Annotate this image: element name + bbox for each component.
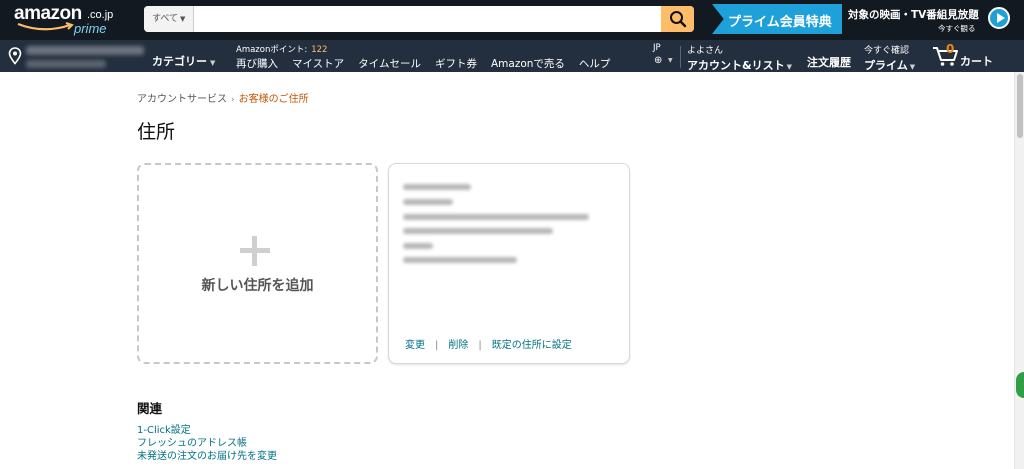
cart-count: 0	[946, 42, 955, 56]
redacted-country	[403, 243, 433, 249]
account-lists-menu[interactable]: よよさん アカウント&リスト ▼	[687, 43, 792, 73]
nav-link-time-sale[interactable]: タイムセール	[358, 58, 421, 70]
delete-address-link[interactable]: 削除	[448, 340, 468, 351]
related-heading: 関連	[137, 401, 163, 416]
related-links: 1-Click設定 フレッシュのアドレス帳 未発送の注文のお届け先を変更	[137, 424, 277, 463]
nav-divider	[680, 46, 681, 68]
redacted-address-line-1	[26, 46, 144, 55]
amazon-points[interactable]: Amazonポイント: 122	[236, 43, 327, 55]
page-title: 住所	[137, 121, 176, 143]
related-link-fresh-address-book[interactable]: フレッシュのアドレス帳	[137, 437, 277, 450]
nav-links: 再び購入 マイストア タイムセール ギフト券 Amazonで売る ヘルプ	[236, 56, 624, 71]
chevron-down-icon: ▼	[786, 63, 792, 71]
prime-benefits-banner[interactable]: プライム会員特典	[712, 4, 842, 34]
account-greeting: よよさん	[687, 46, 724, 56]
breadcrumb-separator: ›	[231, 95, 235, 105]
delivery-location[interactable]	[8, 44, 148, 70]
redacted-postal	[403, 199, 453, 205]
redacted-name	[403, 184, 471, 190]
nav-link-buy-again[interactable]: 再び購入	[236, 58, 278, 70]
search-bar: すべて ▼	[144, 6, 694, 32]
prime-benefits-label: プライム会員特典	[728, 15, 832, 30]
chevron-down-icon: ▼	[210, 59, 216, 67]
search-icon	[669, 11, 686, 28]
prime-video-promo[interactable]: 対象の映画・TV番組見放題 今すぐ観る	[848, 4, 1018, 34]
address-actions: 変更 | 削除 | 既定の住所に設定	[405, 336, 572, 351]
nav-link-sell[interactable]: Amazonで売る	[491, 58, 565, 70]
chevron-down-icon: ▼	[180, 15, 186, 23]
address-card: 変更 | 削除 | 既定の住所に設定	[388, 163, 630, 364]
chevron-down-icon: ▼	[668, 57, 673, 64]
floating-widget[interactable]	[1016, 372, 1024, 398]
search-category-dropdown[interactable]: すべて ▼	[144, 6, 194, 32]
chevron-down-icon: ▼	[909, 63, 916, 71]
nav-link-gift-cards[interactable]: ギフト券	[435, 58, 477, 70]
logo-prime: prime	[74, 21, 107, 36]
points-label: Amazonポイント:	[236, 45, 308, 55]
prime-menu-label: プライム	[864, 59, 908, 72]
page-scrollbar[interactable]	[1014, 72, 1024, 469]
language-code: JP	[653, 43, 661, 53]
search-category-label: すべて	[152, 14, 179, 24]
language-selector[interactable]: JP ⊕ ▼	[652, 43, 676, 69]
related-link-change-shipping-address[interactable]: 未発送の注文のお届け先を変更	[137, 450, 277, 463]
redacted-address	[403, 214, 589, 220]
related-link-one-click[interactable]: 1-Click設定	[137, 424, 277, 437]
category-menu-label: カテゴリー	[152, 55, 207, 68]
logo-tld: .co.jp	[87, 9, 114, 21]
smile-arrow-icon	[17, 22, 74, 31]
video-promo-subtitle: 今すぐ観る	[938, 24, 976, 33]
category-menu[interactable]: カテゴリー ▼	[152, 53, 215, 69]
location-pin-icon	[8, 47, 22, 65]
nav-link-my-store[interactable]: マイストア	[292, 58, 344, 70]
search-button[interactable]	[661, 6, 694, 32]
breadcrumb-current[interactable]: お客様のご住所	[239, 94, 309, 105]
nav-link-help[interactable]: ヘルプ	[579, 58, 611, 70]
edit-address-link[interactable]: 変更	[405, 340, 425, 351]
add-address-card[interactable]: 新しい住所を追加	[137, 163, 378, 364]
top-header: amazon .co.jp prime すべて ▼ プライム会員特典 対象の映画・…	[0, 0, 1024, 40]
cart-label: カート	[960, 55, 993, 68]
play-icon	[988, 7, 1010, 29]
amazon-prime-logo[interactable]: amazon .co.jp prime	[14, 3, 126, 37]
action-separator: |	[435, 340, 439, 351]
action-separator: |	[478, 340, 482, 351]
redacted-address-line-2	[26, 60, 106, 68]
globe-icon: ⊕	[654, 55, 663, 66]
prime-menu[interactable]: 今すぐ確認 プライム ▼	[864, 43, 915, 73]
breadcrumb: アカウントサービス › お客様のご住所	[137, 90, 309, 105]
orders-link[interactable]: 注文履歴	[807, 54, 851, 70]
video-promo-title: 対象の映画・TV番組見放題	[848, 9, 979, 21]
prime-menu-small: 今すぐ確認	[864, 46, 910, 56]
breadcrumb-account-services[interactable]: アカウントサービス	[137, 94, 227, 105]
cart-button[interactable]: 0 カート	[930, 42, 1000, 70]
plus-icon	[240, 236, 270, 266]
points-value: 122	[311, 45, 328, 55]
redacted-building	[403, 228, 553, 234]
add-address-label: 新しい住所を追加	[201, 278, 314, 294]
set-default-address-link[interactable]: 既定の住所に設定	[492, 340, 572, 351]
account-lists-label: アカウント&リスト	[687, 59, 785, 72]
search-input[interactable]	[195, 6, 661, 32]
redacted-phone	[403, 257, 517, 263]
scrollbar-thumb[interactable]	[1017, 74, 1023, 138]
